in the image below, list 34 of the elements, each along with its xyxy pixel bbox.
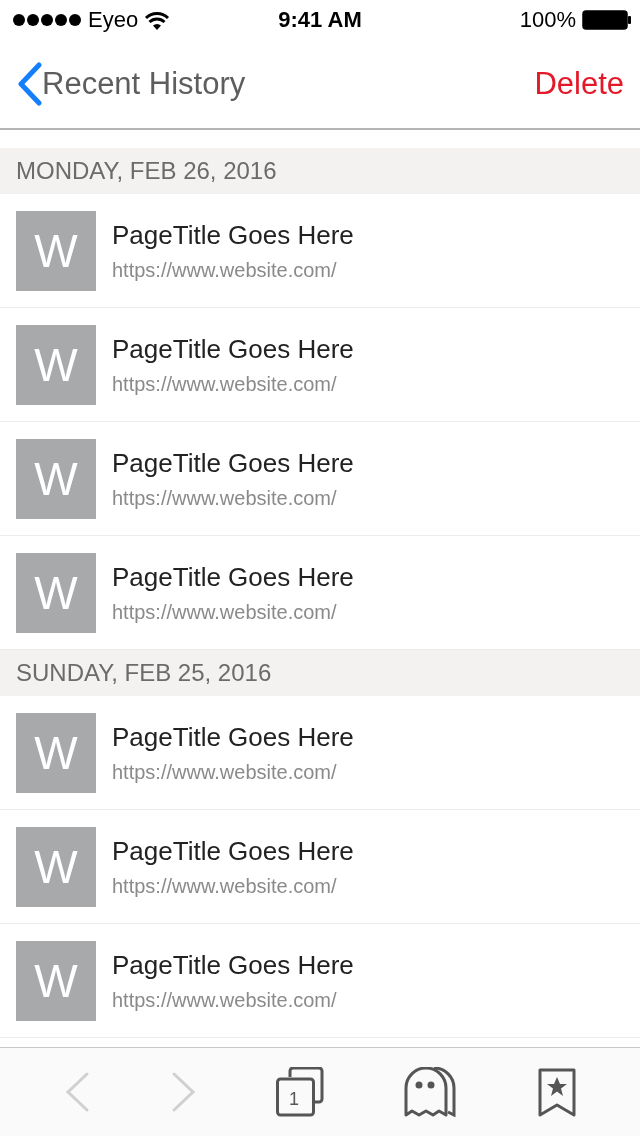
history-url: https://www.website.com/ (112, 600, 338, 624)
site-thumbnail: W (16, 210, 96, 291)
back-icon[interactable] (16, 62, 42, 106)
delete-button[interactable]: Delete (534, 66, 624, 102)
history-title[interactable]: PageTitle Goes Here (112, 721, 354, 753)
section-header: SUNDAY, FEB 25, 2016 (0, 650, 640, 696)
ghost-icon[interactable] (404, 1067, 459, 1117)
history-url: https://www.website.com/ (112, 874, 338, 898)
history-title[interactable]: PageTitle Goes Here (112, 219, 354, 251)
history-title[interactable]: PageTitle Goes Here (112, 447, 354, 479)
site-thumbnail: W (16, 940, 96, 1021)
history-url: https://www.website.com/ (112, 258, 338, 282)
battery-percent: 100% (519, 7, 576, 33)
site-thumbnail: W (16, 438, 96, 519)
page-title: Recent History (42, 66, 246, 102)
site-thumbnail: W (16, 826, 96, 907)
history-url: https://www.website.com/ (112, 486, 338, 510)
battery-icon (582, 10, 632, 30)
history-url: https://www.website.com/ (112, 760, 338, 784)
history-title[interactable]: PageTitle Goes Here (112, 949, 354, 981)
history-url: https://www.website.com/ (112, 372, 338, 396)
site-thumbnail: W (16, 552, 96, 633)
site-thumbnail: W (16, 712, 96, 793)
history-title[interactable]: PageTitle Goes Here (112, 835, 354, 867)
site-thumbnail: W (16, 324, 96, 405)
section-header: MONDAY, FEB 26, 2016 (0, 148, 640, 194)
clock-time: 9:41 AM (278, 7, 362, 33)
wifi-icon (144, 10, 171, 30)
history-title[interactable]: PageTitle Goes Here (112, 561, 354, 593)
signal-icon (12, 13, 82, 27)
history-title[interactable]: PageTitle Goes Here (112, 333, 354, 365)
history-url: https://www.website.com/ (112, 988, 338, 1012)
carrier-name: Eyeo (88, 7, 139, 33)
bookmark-star-icon[interactable] (536, 1067, 577, 1117)
